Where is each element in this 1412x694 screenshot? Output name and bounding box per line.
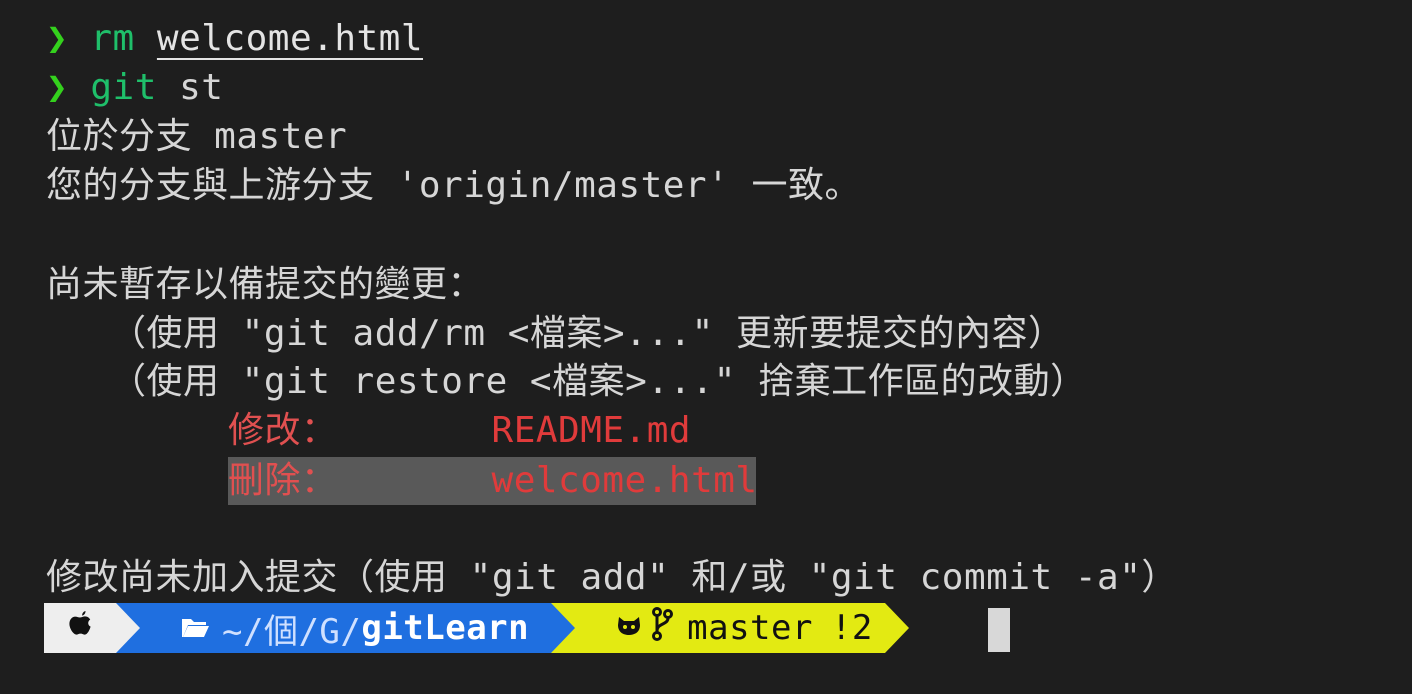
changed-file-row: 修改： README.md bbox=[228, 407, 691, 455]
output-hint-restore: （使用 "git restore <檔案>..." 捨棄工作區的改動） bbox=[46, 358, 1087, 406]
output-branch-line: 位於分支 master bbox=[46, 116, 348, 157]
command-name: git bbox=[90, 67, 157, 108]
text-cursor[interactable] bbox=[988, 608, 1010, 652]
path-prefix: ~/個/G/ bbox=[222, 611, 362, 652]
branch-name: master bbox=[687, 608, 813, 648]
file-status: 修改： bbox=[228, 410, 338, 451]
command-line-rm: ❯ rm welcome.html bbox=[46, 15, 423, 63]
output-upstream-line: 您的分支與上游分支 'origin/master' 一致。 bbox=[46, 165, 861, 206]
terminal-window[interactable]: ❯ rm welcome.html ❯ git st 位於分支 master 您… bbox=[0, 0, 1412, 694]
file-name: welcome.html bbox=[491, 460, 758, 501]
git-segment: master !2 bbox=[575, 603, 885, 653]
prompt-arrow-icon: ❯ bbox=[46, 18, 69, 59]
output-summary-line: 修改尚未加入提交（使用 "git add" 和/或 "git commit -a… bbox=[46, 557, 1178, 598]
command-argument: welcome.html bbox=[156, 18, 424, 59]
hint-text: （使用 "git restore <檔案>..." 捨棄工作區的改動） bbox=[110, 361, 1087, 402]
command-name: rm bbox=[90, 18, 135, 59]
segment-separator bbox=[551, 603, 576, 653]
command-line-git-st: ❯ git st bbox=[46, 64, 223, 112]
powerline-prompt: ~/個/G/gitLearn master !2 bbox=[44, 603, 909, 653]
apple-icon bbox=[67, 608, 93, 648]
git-branch-icon bbox=[651, 606, 674, 650]
segment-separator bbox=[116, 603, 140, 653]
output-unstaged-header: 尚未暫存以備提交的變更： bbox=[46, 264, 485, 305]
github-cat-icon bbox=[615, 608, 643, 648]
command-argument: st bbox=[179, 67, 224, 108]
segment-separator bbox=[884, 603, 909, 653]
path-segment: ~/個/G/gitLearn bbox=[140, 603, 552, 653]
file-name: README.md bbox=[491, 410, 692, 451]
hint-text: （使用 "git add/rm <檔案>..." 更新要提交的內容） bbox=[110, 313, 1065, 354]
file-status: 刪除： bbox=[228, 460, 338, 501]
current-directory: gitLearn bbox=[361, 608, 530, 648]
deleted-file-row: 刪除： welcome.html bbox=[228, 457, 758, 505]
git-status-count: !2 bbox=[830, 608, 873, 648]
prompt-arrow-icon: ❯ bbox=[46, 67, 69, 108]
output-hint-add: （使用 "git add/rm <檔案>..." 更新要提交的內容） bbox=[46, 310, 1064, 358]
os-segment bbox=[44, 603, 116, 653]
folder-icon bbox=[180, 608, 210, 648]
